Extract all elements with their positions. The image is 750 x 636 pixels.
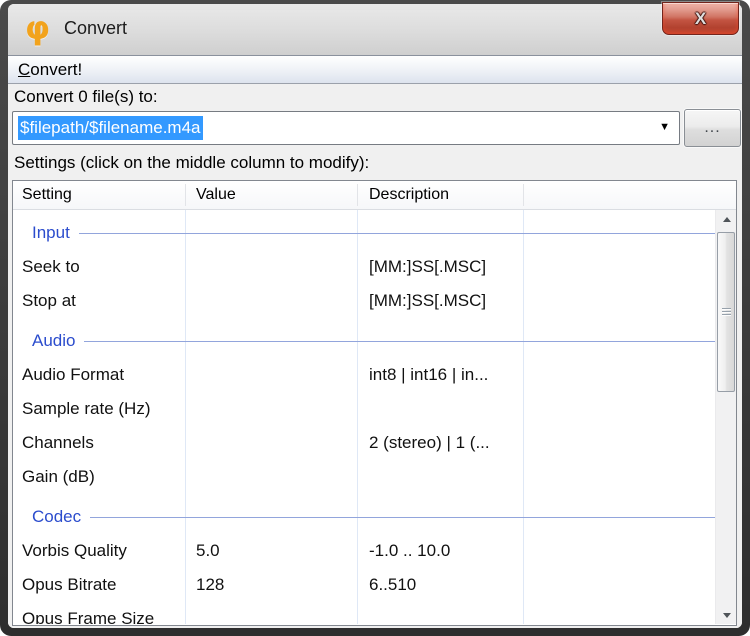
cell-description: int8 | int16 | in...	[357, 365, 523, 385]
window-title: Convert	[64, 18, 127, 39]
table-row[interactable]: Opus Frame Size	[13, 602, 715, 624]
convert-to-label: Convert 0 file(s) to:	[14, 87, 158, 107]
close-icon: X	[695, 10, 706, 27]
section-row: Audio	[13, 318, 715, 358]
close-button[interactable]: X	[662, 2, 739, 35]
cell-setting: Channels	[13, 433, 185, 453]
settings-table-body: Input Seek to [MM:]SS[.MSC] Stop at [MM:]SS[…	[13, 210, 736, 624]
scrollbar-grip-icon	[722, 308, 731, 316]
section-label: Input	[32, 223, 70, 243]
chevron-down-icon[interactable]: ▼	[659, 122, 670, 133]
header-separator	[185, 184, 186, 206]
table-row[interactable]: Stop at [MM:]SS[.MSC]	[13, 284, 715, 318]
cell-setting: Vorbis Quality	[13, 541, 185, 561]
cell-setting: Opus Bitrate	[13, 575, 185, 595]
browse-button[interactable]: ...	[684, 109, 741, 147]
column-header-description[interactable]: Description	[357, 181, 523, 209]
column-header-extra[interactable]	[523, 181, 736, 209]
cell-setting: Opus Frame Size	[13, 609, 185, 624]
window-inner: φ Convert Convert! Convert 0 file(s) to:…	[8, 4, 742, 628]
cell-description: 6..510	[357, 575, 523, 595]
cell-setting: Sample rate (Hz)	[13, 399, 185, 419]
section-row: Input	[13, 210, 715, 250]
scroll-down-button[interactable]	[716, 606, 736, 624]
title-bar[interactable]: φ Convert	[8, 4, 742, 55]
cell-description: -1.0 .. 10.0	[357, 541, 523, 561]
cell-setting: Audio Format	[13, 365, 185, 385]
cell-setting: Gain (dB)	[13, 467, 185, 487]
scroll-down-icon	[723, 613, 731, 618]
output-path-combobox[interactable]: $filepath/$filename.m4a ▼	[12, 111, 680, 145]
vertical-scrollbar[interactable]	[715, 210, 736, 624]
table-row[interactable]: Vorbis Quality5.0-1.0 .. 10.0	[13, 534, 715, 568]
cell-description: [MM:]SS[.MSC]	[357, 291, 523, 311]
cell-value[interactable]: 128	[185, 575, 357, 595]
scroll-up-button[interactable]	[716, 210, 736, 228]
settings-table-header: Setting Value Description	[13, 181, 736, 210]
menu-bar: Convert!	[8, 55, 742, 84]
menu-item-convert[interactable]: Convert!	[8, 56, 92, 83]
window-content: Convert! Convert 0 file(s) to: $filepath…	[8, 55, 742, 628]
section-divider	[90, 517, 715, 518]
section-row: Codec	[13, 494, 715, 534]
settings-label: Settings (click on the middle column to …	[14, 153, 369, 173]
cell-setting: Stop at	[13, 291, 185, 311]
settings-rows: Input Seek to [MM:]SS[.MSC] Stop at [MM:]SS[…	[13, 210, 715, 624]
column-header-setting[interactable]: Setting	[13, 181, 185, 209]
output-path-value[interactable]: $filepath/$filename.m4a	[18, 116, 203, 140]
table-row[interactable]: Seek to [MM:]SS[.MSC]	[13, 250, 715, 284]
scroll-up-icon	[723, 217, 731, 222]
table-row[interactable]: Sample rate (Hz)	[13, 392, 715, 426]
cell-value[interactable]: 5.0	[185, 541, 357, 561]
table-row[interactable]: Opus Bitrate1286..510	[13, 568, 715, 602]
scrollbar-thumb[interactable]	[717, 232, 735, 392]
table-row[interactable]: Audio Format int8 | int16 | in...	[13, 358, 715, 392]
section-divider	[79, 233, 715, 234]
convert-window: φ Convert Convert! Convert 0 file(s) to:…	[0, 0, 750, 636]
section-divider	[84, 341, 715, 342]
table-row[interactable]: Channels 2 (stereo) | 1 (...	[13, 426, 715, 460]
column-header-value[interactable]: Value	[185, 181, 357, 209]
app-phi-icon: φ	[25, 10, 50, 46]
table-row[interactable]: Gain (dB)	[13, 460, 715, 494]
section-label: Audio	[32, 331, 75, 351]
cell-setting: Seek to	[13, 257, 185, 277]
settings-table: Setting Value Description Input Seek to [M…	[12, 180, 737, 626]
cell-description: [MM:]SS[.MSC]	[357, 257, 523, 277]
cell-description: 2 (stereo) | 1 (...	[357, 433, 523, 453]
section-label: Codec	[32, 507, 81, 527]
header-separator	[357, 184, 358, 206]
header-separator	[523, 184, 524, 206]
